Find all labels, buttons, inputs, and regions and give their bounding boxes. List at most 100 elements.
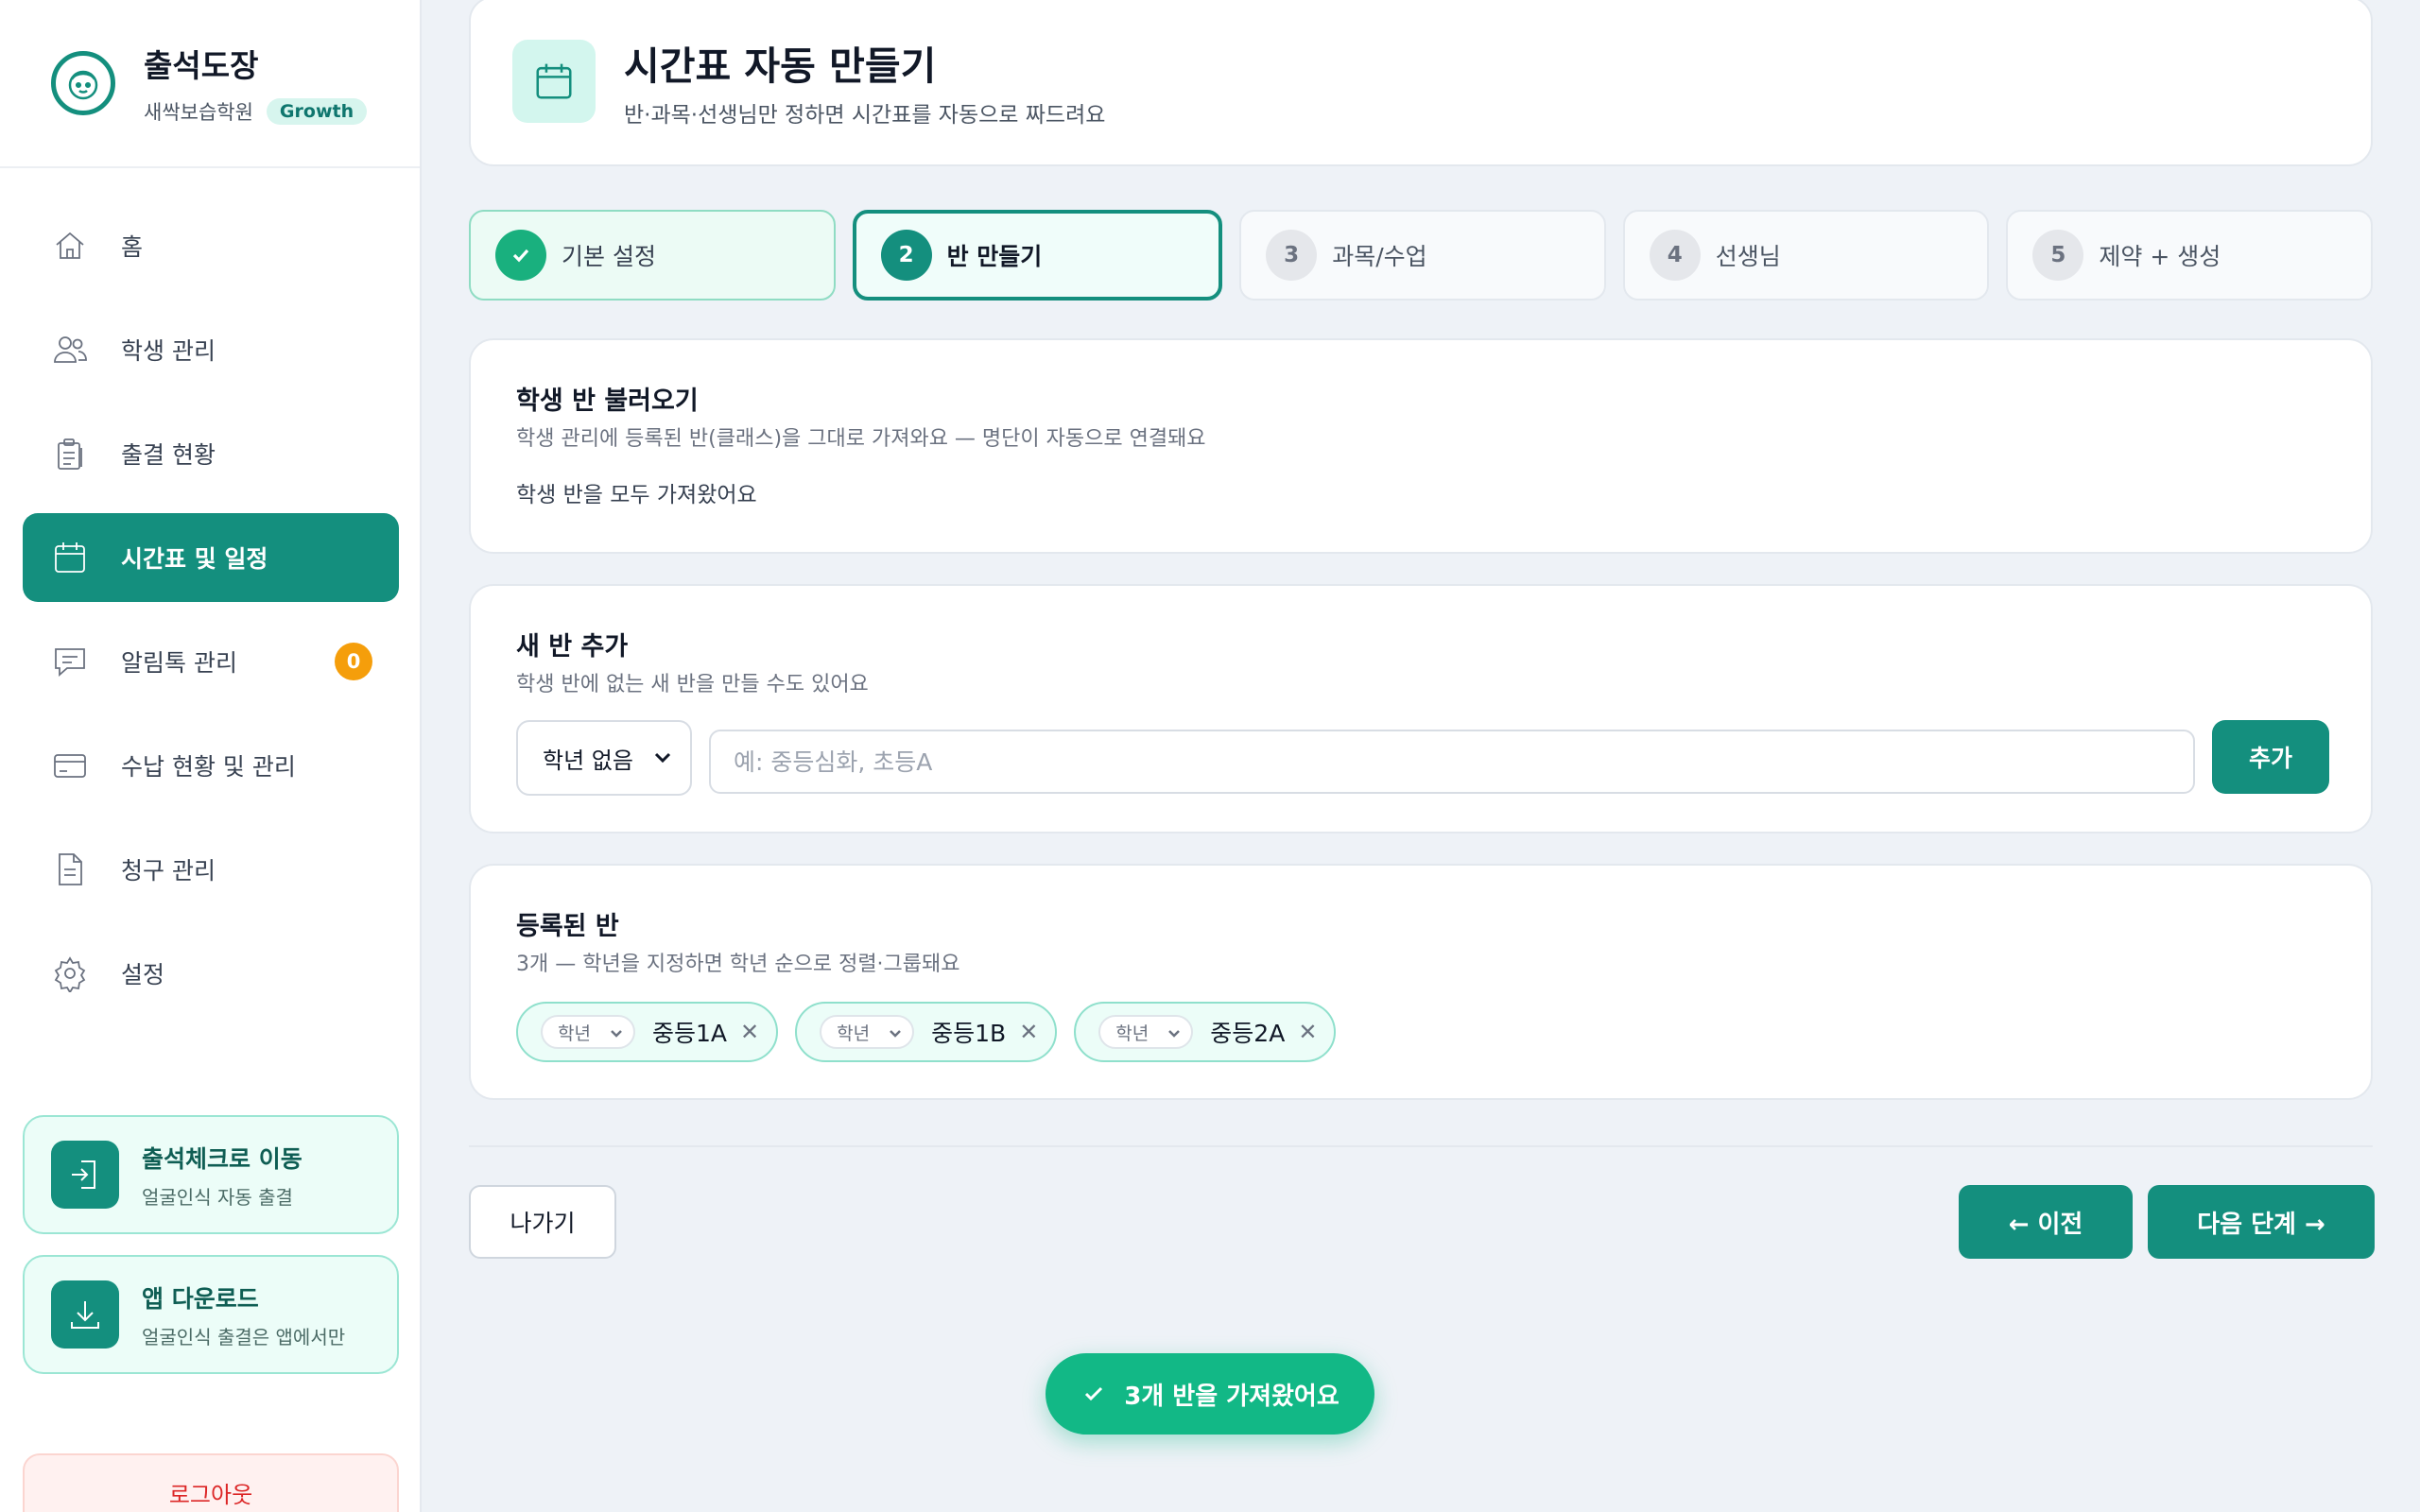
- login-icon: [51, 1141, 119, 1209]
- notification-count-badge: 0: [335, 643, 372, 680]
- sidebar-item-settings[interactable]: 설정: [23, 929, 399, 1018]
- sidebar-item-label: 설정: [121, 961, 165, 988]
- gear-icon: [54, 956, 86, 992]
- document-icon: [59, 853, 82, 885]
- sidebar-item-label: 홈: [121, 233, 144, 261]
- section-subtitle: 학생 관리에 등록된 반(클래스)을 그대로 가져와요 — 명단이 자동으로 연…: [516, 427, 1206, 451]
- clipboard-icon: [58, 438, 82, 470]
- step-label: 선생님: [1715, 243, 1781, 270]
- calendar-icon: [55, 542, 85, 573]
- sidebar-item-label: 학생 관리: [121, 337, 216, 365]
- check-icon: [1085, 1386, 1103, 1401]
- step-subjects[interactable]: 3 과목/수업: [1239, 210, 1606, 301]
- import-classes-section: 학생 반 불러오기 학생 관리에 등록된 반(클래스)을 그대로 가져와요 — …: [469, 338, 2373, 554]
- sidebar-item-payments[interactable]: 수납 현황 및 관리: [23, 721, 399, 810]
- calendar-icon: [512, 40, 596, 123]
- brand-header: 출석도장 새싹보습학원 Growth: [0, 0, 420, 168]
- chevron-down-icon: [654, 752, 671, 764]
- sidebar-item-label: 시간표 및 일정: [121, 545, 268, 573]
- chevron-down-icon: [611, 1030, 622, 1038]
- previous-button[interactable]: ← 이전: [1959, 1185, 2133, 1259]
- go-to-attendance-title: 출석체크로 이동: [142, 1144, 302, 1173]
- app-download-card[interactable]: 앱 다운로드 얼굴인식 출결은 앱에서만: [23, 1255, 399, 1374]
- class-chip: 학년 중등1B ✕: [795, 1002, 1058, 1062]
- chip-grade-value: 학년: [837, 1022, 871, 1044]
- success-toast: 3개 반을 가져왔어요: [1046, 1353, 1374, 1435]
- sidebar-item-label: 출결 현황: [121, 441, 216, 469]
- footer-divider: [469, 1145, 2373, 1147]
- chip-grade-value: 학년: [1115, 1022, 1150, 1044]
- page-title: 시간표 자동 만들기: [624, 43, 937, 89]
- plan-badge: Growth: [266, 98, 368, 125]
- step-label: 기본 설정: [562, 243, 656, 270]
- remove-class-icon[interactable]: ✕: [1019, 1019, 1038, 1045]
- exit-button[interactable]: 나가기: [469, 1185, 616, 1259]
- check-icon: [495, 230, 546, 281]
- users-icon: [54, 336, 87, 363]
- sidebar-item-home[interactable]: 홈: [23, 201, 399, 290]
- download-icon: [51, 1280, 119, 1349]
- chip-class-name: 중등1A: [652, 1020, 728, 1047]
- chip-grade-select[interactable]: 학년: [1098, 1015, 1194, 1049]
- page-header: 시간표 자동 만들기 반·과목·선생님만 정하면 시간표를 자동으로 짜드려요: [469, 0, 2373, 166]
- chevron-down-icon: [890, 1030, 902, 1038]
- sidebar-item-attendance[interactable]: 출결 현황: [23, 409, 399, 498]
- section-subtitle: 3개 — 학년을 지정하면 학년 순으로 정렬·그룹돼요: [516, 953, 960, 976]
- add-class-button[interactable]: 추가: [2212, 720, 2329, 794]
- sidebar: 출석도장 새싹보습학원 Growth 홈 학생 관리 출결 현황 시간표 및 일…: [0, 0, 422, 1512]
- step-label: 제약 + 생성: [2099, 243, 2221, 270]
- step-label: 과목/수업: [1332, 243, 1427, 270]
- section-title: 새 반 추가: [516, 632, 629, 662]
- sidebar-nav: 홈 학생 관리 출결 현황 시간표 및 일정 알림톡 관리 0 수납 현황 및 …: [23, 201, 399, 1033]
- wizard-stepper: 기본 설정 2 반 만들기 3 과목/수업 4 선생님 5 제약 + 생성: [469, 210, 2373, 301]
- step-teachers[interactable]: 4 선생님: [1622, 210, 1990, 301]
- card-icon: [54, 754, 86, 778]
- step-number: 2: [880, 230, 932, 281]
- app-download-subtitle: 얼굴인식 출결은 앱에서만: [142, 1325, 346, 1349]
- section-subtitle: 학생 반에 없는 새 반을 만들 수도 있어요: [516, 673, 869, 696]
- toast-message: 3개 반을 가져왔어요: [1124, 1382, 1340, 1411]
- chip-grade-select[interactable]: 학년: [820, 1015, 915, 1049]
- sidebar-item-schedule[interactable]: 시간표 및 일정: [23, 513, 399, 602]
- class-name-input[interactable]: [709, 730, 2195, 794]
- import-status-text: 학생 반을 모두 가져왔어요: [516, 483, 757, 507]
- grade-select-value: 학년 없음: [543, 747, 633, 774]
- go-to-attendance-subtitle: 얼굴인식 자동 출결: [142, 1185, 293, 1209]
- registered-classes-section: 등록된 반 3개 — 학년을 지정하면 학년 순으로 정렬·그룹돼요 학년 중등…: [469, 864, 2373, 1100]
- step-create-classes[interactable]: 2 반 만들기: [852, 210, 1223, 301]
- sidebar-item-alimtalk[interactable]: 알림톡 관리 0: [23, 617, 399, 706]
- sidebar-item-label: 수납 현황 및 관리: [121, 753, 296, 781]
- chevron-down-icon: [1168, 1030, 1181, 1038]
- sidebar-item-billing[interactable]: 청구 관리: [23, 825, 399, 914]
- chip-grade-value: 학년: [558, 1022, 591, 1044]
- add-class-section: 새 반 추가 학생 반에 없는 새 반을 만들 수도 있어요 학년 없음 추가: [469, 584, 2373, 833]
- step-label: 반 만들기: [946, 243, 1043, 270]
- step-basic-settings[interactable]: 기본 설정: [469, 210, 836, 301]
- chat-icon: [55, 648, 85, 677]
- step-number: 4: [1649, 230, 1701, 281]
- chip-grade-select[interactable]: 학년: [541, 1015, 635, 1049]
- step-constraints-generate[interactable]: 5 제약 + 생성: [2006, 210, 2373, 301]
- app-download-title: 앱 다운로드: [142, 1284, 259, 1313]
- brand-logo-icon: [51, 51, 115, 115]
- logout-button[interactable]: 로그아웃: [23, 1453, 399, 1512]
- academy-name: 새싹보습학원: [144, 101, 253, 124]
- class-chip: 학년 중등2A ✕: [1074, 1002, 1337, 1062]
- section-title: 등록된 반: [516, 912, 619, 941]
- sidebar-item-label: 알림톡 관리: [121, 649, 237, 677]
- grade-select[interactable]: 학년 없음: [516, 720, 692, 796]
- chip-class-name: 중등2A: [1210, 1020, 1286, 1047]
- next-step-button[interactable]: 다음 단계 →: [2148, 1185, 2375, 1259]
- class-chip-list: 학년 중등1A ✕ 학년 중등1B ✕ 학년 중등2A ✕: [516, 1002, 1337, 1062]
- page-subtitle: 반·과목·선생님만 정하면 시간표를 자동으로 짜드려요: [624, 103, 1106, 128]
- step-number: 3: [1266, 230, 1318, 281]
- step-number: 5: [2032, 230, 2084, 281]
- sidebar-item-students[interactable]: 학생 관리: [23, 305, 399, 394]
- go-to-attendance-card[interactable]: 출석체크로 이동 얼굴인식 자동 출결: [23, 1115, 399, 1234]
- class-chip: 학년 중등1A ✕: [516, 1002, 779, 1062]
- chip-class-name: 중등1B: [931, 1020, 1007, 1047]
- sidebar-item-label: 청구 관리: [121, 857, 216, 885]
- remove-class-icon[interactable]: ✕: [1298, 1019, 1317, 1045]
- brand-name: 출석도장: [144, 47, 259, 84]
- remove-class-icon[interactable]: ✕: [740, 1019, 759, 1045]
